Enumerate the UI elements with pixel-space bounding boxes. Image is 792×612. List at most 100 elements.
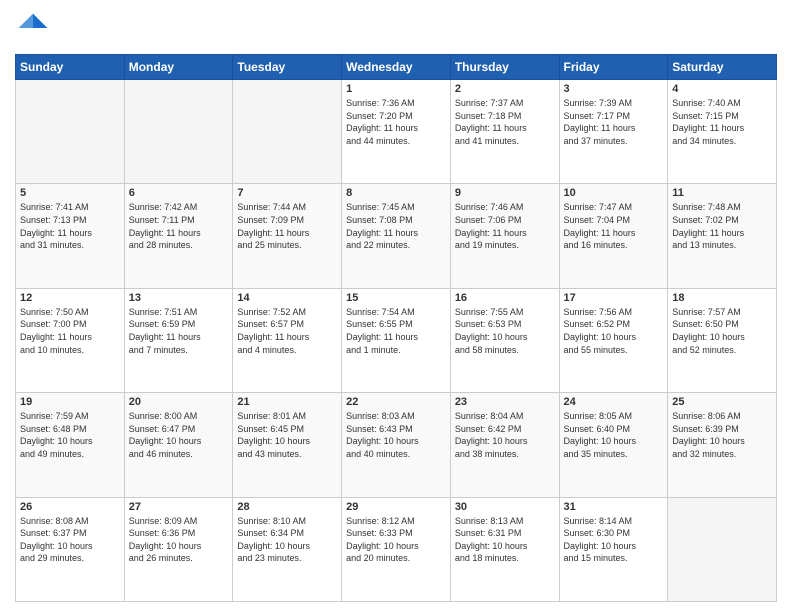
day-info: Sunrise: 7:41 AMSunset: 7:13 PMDaylight:… — [20, 201, 120, 251]
day-info: Sunrise: 8:04 AMSunset: 6:42 PMDaylight:… — [455, 410, 555, 460]
day-header-wednesday: Wednesday — [342, 55, 451, 80]
calendar-cell: 21 Sunrise: 8:01 AMSunset: 6:45 PMDayligh… — [233, 393, 342, 497]
calendar-cell: 19 Sunrise: 7:59 AMSunset: 6:48 PMDayligh… — [16, 393, 125, 497]
day-info: Sunrise: 8:14 AMSunset: 6:30 PMDaylight:… — [564, 515, 664, 565]
day-number: 23 — [455, 396, 555, 408]
calendar-cell: 18 Sunrise: 7:57 AMSunset: 6:50 PMDayligh… — [668, 288, 777, 392]
page: SundayMondayTuesdayWednesdayThursdayFrid… — [0, 0, 792, 612]
calendar-cell: 13Sunrise: 7:51 AMSunset: 6:59 PMDayligh… — [124, 288, 233, 392]
day-info: Sunrise: 7:44 AMSunset: 7:09 PMDaylight:… — [237, 201, 337, 251]
day-header-tuesday: Tuesday — [233, 55, 342, 80]
calendar-cell: 27 Sunrise: 8:09 AMSunset: 6:36 PMDayligh… — [124, 497, 233, 601]
calendar-cell: 12 Sunrise: 7:50 AMSunset: 7:00 PMDayligh… — [16, 288, 125, 392]
calendar-cell: 26 Sunrise: 8:08 AMSunset: 6:37 PMDayligh… — [16, 497, 125, 601]
day-info: Sunrise: 7:42 AMSunset: 7:11 PMDaylight:… — [129, 201, 229, 251]
calendar-cell: 5 Sunrise: 7:41 AMSunset: 7:13 PMDaylight… — [16, 184, 125, 288]
day-number: 27 — [129, 501, 229, 513]
day-info: Sunrise: 7:56 AMSunset: 6:52 PMDaylight:… — [564, 306, 664, 356]
day-info: Sunrise: 7:55 AMSunset: 6:53 PMDaylight:… — [455, 306, 555, 356]
logo — [15, 10, 55, 46]
calendar-week-2: 5 Sunrise: 7:41 AMSunset: 7:13 PMDaylight… — [16, 184, 777, 288]
header — [15, 10, 777, 46]
day-number: 18 — [672, 292, 772, 304]
day-number: 26 — [20, 501, 120, 513]
calendar-cell: 24Sunrise: 8:05 AMSunset: 6:40 PMDayligh… — [559, 393, 668, 497]
calendar-cell: 20 Sunrise: 8:00 AMSunset: 6:47 PMDayligh… — [124, 393, 233, 497]
day-info: Sunrise: 8:13 AMSunset: 6:31 PMDaylight:… — [455, 515, 555, 565]
day-number: 16 — [455, 292, 555, 304]
day-number: 5 — [20, 187, 120, 199]
day-info: Sunrise: 7:47 AMSunset: 7:04 PMDaylight:… — [564, 201, 664, 251]
days-header-row: SundayMondayTuesdayWednesdayThursdayFrid… — [16, 55, 777, 80]
calendar-cell: 7Sunrise: 7:44 AMSunset: 7:09 PMDaylight… — [233, 184, 342, 288]
calendar-cell: 31 Sunrise: 8:14 AMSunset: 6:30 PMDayligh… — [559, 497, 668, 601]
day-number: 11 — [672, 187, 772, 199]
calendar-week-1: 1Sunrise: 7:36 AMSunset: 7:20 PMDaylight… — [16, 80, 777, 184]
calendar-cell: 16 Sunrise: 7:55 AMSunset: 6:53 PMDayligh… — [450, 288, 559, 392]
day-info: Sunrise: 7:48 AMSunset: 7:02 PMDaylight:… — [672, 201, 772, 251]
calendar-cell: 2 Sunrise: 7:37 AMSunset: 7:18 PMDaylight… — [450, 80, 559, 184]
calendar-cell: 3 Sunrise: 7:39 AMSunset: 7:17 PMDaylight… — [559, 80, 668, 184]
calendar-week-3: 12 Sunrise: 7:50 AMSunset: 7:00 PMDayligh… — [16, 288, 777, 392]
day-number: 20 — [129, 396, 229, 408]
calendar-cell: 4 Sunrise: 7:40 AMSunset: 7:15 PMDaylight… — [668, 80, 777, 184]
day-number: 22 — [346, 396, 446, 408]
calendar-cell: 9Sunrise: 7:46 AMSunset: 7:06 PMDaylight… — [450, 184, 559, 288]
day-info: Sunrise: 7:40 AMSunset: 7:15 PMDaylight:… — [672, 97, 772, 147]
day-number: 30 — [455, 501, 555, 513]
day-number: 31 — [564, 501, 664, 513]
day-number: 1 — [346, 83, 446, 95]
calendar-cell: 8 Sunrise: 7:45 AMSunset: 7:08 PMDaylight… — [342, 184, 451, 288]
day-header-thursday: Thursday — [450, 55, 559, 80]
day-number: 19 — [20, 396, 120, 408]
calendar-cell: 30 Sunrise: 8:13 AMSunset: 6:31 PMDayligh… — [450, 497, 559, 601]
day-number: 6 — [129, 187, 229, 199]
day-number: 10 — [564, 187, 664, 199]
day-info: Sunrise: 8:06 AMSunset: 6:39 PMDaylight:… — [672, 410, 772, 460]
day-header-saturday: Saturday — [668, 55, 777, 80]
calendar-cell: 1Sunrise: 7:36 AMSunset: 7:20 PMDaylight… — [342, 80, 451, 184]
calendar-cell: 17Sunrise: 7:56 AMSunset: 6:52 PMDayligh… — [559, 288, 668, 392]
day-number: 2 — [455, 83, 555, 95]
day-number: 21 — [237, 396, 337, 408]
day-number: 8 — [346, 187, 446, 199]
calendar-cell: 25Sunrise: 8:06 AMSunset: 6:39 PMDayligh… — [668, 393, 777, 497]
calendar-cell: 15Sunrise: 7:54 AMSunset: 6:55 PMDayligh… — [342, 288, 451, 392]
calendar-cell — [668, 497, 777, 601]
day-info: Sunrise: 7:39 AMSunset: 7:17 PMDaylight:… — [564, 97, 664, 147]
day-info: Sunrise: 8:00 AMSunset: 6:47 PMDaylight:… — [129, 410, 229, 460]
calendar-cell: 28 Sunrise: 8:10 AMSunset: 6:34 PMDayligh… — [233, 497, 342, 601]
day-number: 28 — [237, 501, 337, 513]
calendar-cell: 6 Sunrise: 7:42 AMSunset: 7:11 PMDaylight… — [124, 184, 233, 288]
calendar-cell: 14 Sunrise: 7:52 AMSunset: 6:57 PMDayligh… — [233, 288, 342, 392]
calendar-cell: 10 Sunrise: 7:47 AMSunset: 7:04 PMDayligh… — [559, 184, 668, 288]
day-info: Sunrise: 8:10 AMSunset: 6:34 PMDaylight:… — [237, 515, 337, 565]
day-number: 14 — [237, 292, 337, 304]
calendar-cell — [124, 80, 233, 184]
day-info: Sunrise: 8:08 AMSunset: 6:37 PMDaylight:… — [20, 515, 120, 565]
day-number: 29 — [346, 501, 446, 513]
day-info: Sunrise: 7:50 AMSunset: 7:00 PMDaylight:… — [20, 306, 120, 356]
day-number: 15 — [346, 292, 446, 304]
day-info: Sunrise: 7:59 AMSunset: 6:48 PMDaylight:… — [20, 410, 120, 460]
day-number: 3 — [564, 83, 664, 95]
calendar-cell: 11 Sunrise: 7:48 AMSunset: 7:02 PMDayligh… — [668, 184, 777, 288]
day-header-monday: Monday — [124, 55, 233, 80]
day-info: Sunrise: 7:37 AMSunset: 7:18 PMDaylight:… — [455, 97, 555, 147]
day-info: Sunrise: 8:12 AMSunset: 6:33 PMDaylight:… — [346, 515, 446, 565]
day-info: Sunrise: 8:05 AMSunset: 6:40 PMDaylight:… — [564, 410, 664, 460]
day-info: Sunrise: 7:52 AMSunset: 6:57 PMDaylight:… — [237, 306, 337, 356]
day-info: Sunrise: 7:51 AMSunset: 6:59 PMDaylight:… — [129, 306, 229, 356]
day-info: Sunrise: 7:57 AMSunset: 6:50 PMDaylight:… — [672, 306, 772, 356]
day-info: Sunrise: 8:09 AMSunset: 6:36 PMDaylight:… — [129, 515, 229, 565]
day-header-friday: Friday — [559, 55, 668, 80]
day-info: Sunrise: 7:45 AMSunset: 7:08 PMDaylight:… — [346, 201, 446, 251]
day-info: Sunrise: 8:01 AMSunset: 6:45 PMDaylight:… — [237, 410, 337, 460]
calendar: SundayMondayTuesdayWednesdayThursdayFrid… — [15, 54, 777, 602]
calendar-cell — [233, 80, 342, 184]
day-number: 12 — [20, 292, 120, 304]
day-number: 4 — [672, 83, 772, 95]
day-header-sunday: Sunday — [16, 55, 125, 80]
calendar-week-5: 26 Sunrise: 8:08 AMSunset: 6:37 PMDayligh… — [16, 497, 777, 601]
calendar-cell: 22Sunrise: 8:03 AMSunset: 6:43 PMDayligh… — [342, 393, 451, 497]
